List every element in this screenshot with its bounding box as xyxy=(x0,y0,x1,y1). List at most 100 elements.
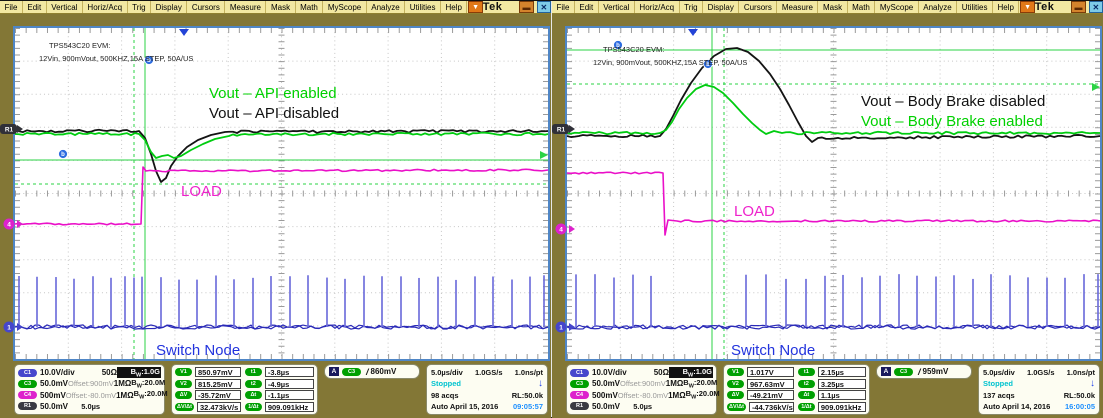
measurement-badge: V1 xyxy=(175,368,192,376)
menu-item-analyze[interactable]: Analyze xyxy=(367,1,405,13)
sample-rate: 1.0GS/s xyxy=(1027,368,1055,377)
channel-badge-c4[interactable]: C4 xyxy=(570,391,589,399)
minimize-icon[interactable]: ▬ xyxy=(1071,1,1085,13)
menu-item-utilities[interactable]: Utilities xyxy=(957,1,993,13)
channel-scale: 10.0V/div xyxy=(592,368,638,377)
cursor-measurements-panel: V1850.97mVt1-3.8µsV2815.25mVt2-4.9µsΔV-3… xyxy=(171,364,318,415)
menu-item-math[interactable]: Math xyxy=(296,1,324,13)
waveform-display[interactable]: bbR141TPS543C20 EVM:12Vin, 900mVout, 500… xyxy=(567,28,1100,359)
channel-row-r1: R150.0mV5.0µs xyxy=(18,401,161,412)
channel-bandwidth: BW:1.0G xyxy=(117,367,161,379)
menu-item-display[interactable]: Display xyxy=(151,1,187,13)
channel-impedance: 1MΩ xyxy=(666,379,684,388)
measurement-value: 850.97mV xyxy=(195,367,241,377)
channel-badge-c3[interactable]: C3 xyxy=(570,380,589,388)
menu-item-myscope[interactable]: MyScope xyxy=(875,1,918,13)
measurement-badge: Δt xyxy=(245,391,262,399)
channel-marker-label: 4 xyxy=(559,227,563,234)
measurement-v1: V1850.97mV xyxy=(175,367,241,377)
measurement-1t: 1/Δt909.091kHz xyxy=(245,402,314,412)
close-icon[interactable]: ✕ xyxy=(537,1,551,13)
menu-item-help[interactable]: Help xyxy=(441,1,467,13)
menu-item-display[interactable]: Display xyxy=(703,1,739,13)
scroll-down-icon[interactable]: ↓ xyxy=(538,378,543,389)
channel-badge-r1[interactable]: R1 xyxy=(570,402,589,410)
record-length: RL:50.0k xyxy=(1064,391,1095,400)
menu-item-cursors[interactable]: Cursors xyxy=(739,1,777,13)
acquisition-state: Stopped xyxy=(431,379,461,388)
menu-item-edit[interactable]: Edit xyxy=(575,1,599,13)
channel-row-c4: C4500mVOffset:-80.0mV1MΩBW:20.0M xyxy=(18,390,161,401)
menu-item-math[interactable]: Math xyxy=(848,1,876,13)
channel-impedance: 50Ω xyxy=(645,368,669,377)
timebase-panel: 5.0µs/div1.0GS/s1.0ns/ptStopped↓137 acqs… xyxy=(978,364,1100,415)
oscilloscope-window-left: FileEditVerticalHoriz/AcqTrigDisplayCurs… xyxy=(0,1,551,418)
sample-resolution: 1.0ns/pt xyxy=(1067,368,1095,377)
scroll-down-icon[interactable]: ↓ xyxy=(1090,378,1095,389)
menu-item-measure[interactable]: Measure xyxy=(225,1,266,13)
channel-offset: Offset:-80.0mV xyxy=(66,391,116,400)
menu-item-analyze[interactable]: Analyze xyxy=(919,1,957,13)
measurement-value: 1.1µs xyxy=(818,390,866,400)
trigger-mode-and-date: Auto April 15, 2016 xyxy=(431,402,498,411)
close-icon[interactable]: ✕ xyxy=(1089,1,1103,13)
menu-item-horizacq[interactable]: Horiz/Acq xyxy=(83,1,128,13)
waveform-display[interactable]: bbR141TPS543C20 EVM:12Vin, 900mVout, 500… xyxy=(15,28,548,359)
channel-badge-c3[interactable]: C3 xyxy=(18,380,37,388)
annotation-line2: 12Vin, 900mVout, 500KHZ,15A STEP, 50A/US xyxy=(593,58,747,67)
menu-item-measure[interactable]: Measure xyxy=(777,1,818,13)
menu-item-vertical[interactable]: Vertical xyxy=(599,1,635,13)
channel-scale: 50.0mV xyxy=(592,402,633,411)
acquisition-count: 98 acqs xyxy=(431,391,459,400)
menu-item-cursors[interactable]: Cursors xyxy=(187,1,225,13)
switch-node-label: Switch Node xyxy=(156,342,240,359)
menu-item-edit[interactable]: Edit xyxy=(23,1,47,13)
measurement-t1: t12.15µs xyxy=(798,367,866,377)
channel-badge-c4[interactable]: C4 xyxy=(18,391,37,399)
channel-offset: Offset:-80.0mV xyxy=(618,391,668,400)
channel-impedance: 50Ω xyxy=(93,368,117,377)
menu-overflow-icon[interactable]: ▼ xyxy=(468,1,482,13)
measurement-badge: V2 xyxy=(727,380,744,388)
measurement-vt: ΔV/Δt32.473kV/s xyxy=(175,402,241,412)
menu-overflow-icon[interactable]: ▼ xyxy=(1020,1,1034,13)
channel-badge-c1[interactable]: C1 xyxy=(570,369,589,377)
menu-item-file[interactable]: File xyxy=(552,1,575,13)
measurement-value: -49.21mV xyxy=(747,390,794,400)
menu-item-trig[interactable]: Trig xyxy=(128,1,151,13)
channel-row-r1: R150.0mV5.0µs xyxy=(570,401,713,412)
trace-label-green: Vout – API enabled xyxy=(209,85,337,102)
measurement-value: 2.15µs xyxy=(818,367,866,377)
menu-item-trig[interactable]: Trig xyxy=(680,1,703,13)
sample-rate: 1.0GS/s xyxy=(475,368,503,377)
measurement-badge: V1 xyxy=(727,368,744,376)
measurement-t: Δt-1.1µs xyxy=(245,390,314,400)
cursor-measurements-panel: V11.017Vt12.15µsV2967.63mVt23.25µsΔV-49.… xyxy=(723,364,870,415)
menu-item-help[interactable]: Help xyxy=(993,1,1019,13)
measurement-t1: t1-3.8µs xyxy=(245,367,314,377)
channel-marker-arrow xyxy=(569,125,575,133)
menu-item-mask[interactable]: Mask xyxy=(266,1,295,13)
menu-item-vertical[interactable]: Vertical xyxy=(47,1,83,13)
trace-label-black: Vout – API disabled xyxy=(209,105,339,122)
channel-marker-label: R1 xyxy=(557,127,566,134)
graticule-frame: bbR141TPS543C20 EVM:12Vin, 900mVout, 500… xyxy=(13,26,550,361)
menu-item-utilities[interactable]: Utilities xyxy=(405,1,441,13)
measurement-value: 909.091kHz xyxy=(265,402,314,412)
channel-scale: 50.0mV xyxy=(40,379,68,388)
menu-item-file[interactable]: File xyxy=(0,1,23,13)
menu-item-myscope[interactable]: MyScope xyxy=(323,1,366,13)
oscilloscope-window-right: FileEditVerticalHoriz/AcqTrigDisplayCurs… xyxy=(552,1,1103,418)
menu-item-mask[interactable]: Mask xyxy=(818,1,847,13)
minimize-icon[interactable]: ▬ xyxy=(519,1,533,13)
menu-item-horizacq[interactable]: Horiz/Acq xyxy=(635,1,680,13)
menu-items: FileEditVerticalHoriz/AcqTrigDisplayCurs… xyxy=(552,1,1019,13)
annotation-line2: 12Vin, 900mVout, 500KHZ,15A STEP, 50A/US xyxy=(39,54,193,63)
channel-badge-r1[interactable]: R1 xyxy=(18,402,37,410)
trace-label-green: Vout – Body Brake enabled xyxy=(861,113,1043,130)
menu-items: FileEditVerticalHoriz/AcqTrigDisplayCurs… xyxy=(0,1,467,13)
measurement-badge: 1/Δt xyxy=(245,403,262,411)
measurement-v1: V11.017V xyxy=(727,367,794,377)
channel-badge-c1[interactable]: C1 xyxy=(18,369,37,377)
switch-node-label: Switch Node xyxy=(731,342,815,359)
